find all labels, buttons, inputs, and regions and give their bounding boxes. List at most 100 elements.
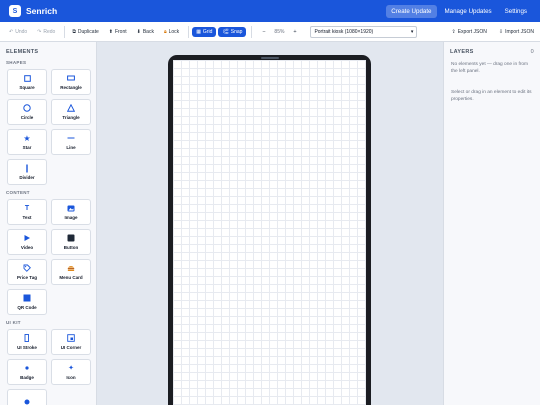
send-back-button[interactable]: ⬇ Back xyxy=(133,27,158,37)
play-icon xyxy=(23,234,31,242)
arrow-up-icon: ⬆ xyxy=(108,28,113,35)
snap-label: Snap xyxy=(230,28,243,35)
elements-panel: ELEMENTS SHAPES Square Rectangle Circle … xyxy=(0,42,97,405)
element-menu-card[interactable]: Menu Card xyxy=(51,259,91,285)
chevron-down-icon: ▾ xyxy=(410,28,414,35)
toolbar-divider xyxy=(188,25,190,38)
element-ui-corner[interactable]: UI Corner xyxy=(51,329,91,355)
undo-button[interactable]: ↶ Undo xyxy=(5,27,31,37)
nav-settings[interactable]: Settings xyxy=(500,5,532,18)
element-circle[interactable]: Circle xyxy=(7,99,47,125)
section-ui-kit: UI KIT xyxy=(6,320,21,325)
element-label: Menu Card xyxy=(59,275,83,280)
nav-manage-updates[interactable]: Manage Updates xyxy=(440,5,497,18)
element-label: Circle xyxy=(20,115,34,120)
magnet-icon: 🧲︎ xyxy=(222,28,229,35)
back-label: Back xyxy=(142,28,154,35)
duplicate-icon: ⧉ xyxy=(72,28,76,35)
front-label: Front xyxy=(114,28,127,35)
zoom-out-button[interactable]: − xyxy=(258,26,269,37)
element-label: UI Stroke xyxy=(17,345,37,350)
lock-icon: 🔒︎ xyxy=(163,28,167,35)
burger-icon xyxy=(67,264,75,272)
element-video[interactable]: Video xyxy=(7,229,47,255)
element-label: Video xyxy=(20,245,34,250)
section-shapes: SHAPES xyxy=(6,60,27,65)
zoom-in-button[interactable]: + xyxy=(289,26,300,37)
ui-kit-grid: UI Stroke UI Corner Badge ✦ Icon xyxy=(7,329,96,405)
element-label: Image xyxy=(64,215,78,220)
element-badge[interactable]: Badge xyxy=(7,359,47,385)
divider-icon xyxy=(23,164,31,172)
element-label: QR Code xyxy=(17,305,37,310)
element-label: Square xyxy=(19,85,35,90)
import-json-button[interactable]: ⇩ Import JSON xyxy=(495,27,538,37)
device-speaker xyxy=(261,57,279,59)
element-triangle[interactable]: Triangle xyxy=(51,99,91,125)
import-label: Import JSON xyxy=(505,29,534,35)
grid-label: Grid xyxy=(202,28,213,35)
corner-icon xyxy=(67,334,75,342)
lock-button[interactable]: 🔒︎ Lock xyxy=(160,27,183,37)
bring-front-button[interactable]: ⬆ Front xyxy=(105,27,131,37)
kiosk-device-frame xyxy=(168,55,371,405)
element-label: Divider xyxy=(19,175,35,180)
snap-toggle[interactable]: 🧲︎ Snap xyxy=(218,26,247,37)
duplicate-button[interactable]: ⧉ Duplicate xyxy=(68,27,102,37)
canvas-area[interactable] xyxy=(97,42,443,405)
zoom-control: − 85% + xyxy=(258,26,300,37)
undo-label: Undo xyxy=(15,28,28,35)
image-icon xyxy=(67,204,75,212)
element-more[interactable] xyxy=(7,389,47,405)
export-label: Export JSON xyxy=(457,29,487,35)
editor-toolbar: ↶ Undo ↷ Redo ⧉ Duplicate ⬆ Front ⬇ Back 🔒︎ Lo… xyxy=(0,22,540,42)
grid-toggle[interactable]: ▦ Grid xyxy=(192,26,217,37)
square-icon xyxy=(23,74,31,82)
element-divider[interactable]: Divider xyxy=(7,159,47,185)
app-logo[interactable]: S xyxy=(9,5,21,17)
element-image[interactable]: Image xyxy=(51,199,91,225)
element-label: Triangle xyxy=(62,115,80,120)
properties-hint: Select or drag in an element to edit its… xyxy=(451,89,532,102)
element-icon[interactable]: ✦ Icon xyxy=(51,359,91,385)
element-star[interactable]: ★ Star xyxy=(7,129,47,155)
layers-count: 0 xyxy=(530,49,534,55)
element-text[interactable]: T Text xyxy=(7,199,47,225)
brand-name: Senrich xyxy=(26,6,58,16)
element-button[interactable]: Button xyxy=(51,229,91,255)
line-icon xyxy=(67,134,75,142)
element-qr-code[interactable]: QR Code xyxy=(7,289,47,315)
star-icon: ★ xyxy=(23,133,31,143)
import-icon: ⇩ xyxy=(498,29,504,35)
qr-code-icon xyxy=(23,294,31,302)
element-line[interactable]: Line xyxy=(51,129,91,155)
stroke-icon xyxy=(23,334,31,342)
element-price-tag[interactable]: Price Tag xyxy=(7,259,47,285)
element-label: Button xyxy=(63,245,79,250)
element-label: Badge xyxy=(20,375,34,380)
design-canvas[interactable] xyxy=(173,60,366,405)
export-json-button[interactable]: ⇪ Export JSON xyxy=(448,27,491,37)
redo-button[interactable]: ↷ Redo xyxy=(33,27,59,37)
nav-create-update[interactable]: Create Update xyxy=(386,4,437,18)
arrow-down-icon: ⬇ xyxy=(136,28,141,35)
redo-label: Redo xyxy=(43,28,56,35)
element-rectangle[interactable]: Rectangle xyxy=(51,69,91,95)
element-ui-stroke[interactable]: UI Stroke xyxy=(7,329,47,355)
element-label: Rectangle xyxy=(60,85,82,90)
layers-header: LAYERS 0 xyxy=(450,49,534,55)
app-header: S Senrich Create Update Manage Updates S… xyxy=(0,0,540,22)
triangle-icon xyxy=(67,104,75,112)
button-icon xyxy=(67,234,75,242)
dot-icon xyxy=(23,398,31,405)
layers-title: LAYERS xyxy=(450,49,474,55)
circle-icon xyxy=(23,104,31,112)
content-grid: T Text Image Video Button Price Tag Menu… xyxy=(7,199,96,315)
element-label: Line xyxy=(66,145,76,150)
element-square[interactable]: Square xyxy=(7,69,47,95)
price-tag-icon xyxy=(23,264,31,272)
device-preset-select[interactable]: Portrait kiosk (1080×1920) ▾ xyxy=(310,25,418,38)
element-label: Icon xyxy=(66,375,76,380)
elements-title: ELEMENTS xyxy=(6,49,39,55)
sparkle-icon: ✦ xyxy=(68,365,74,372)
